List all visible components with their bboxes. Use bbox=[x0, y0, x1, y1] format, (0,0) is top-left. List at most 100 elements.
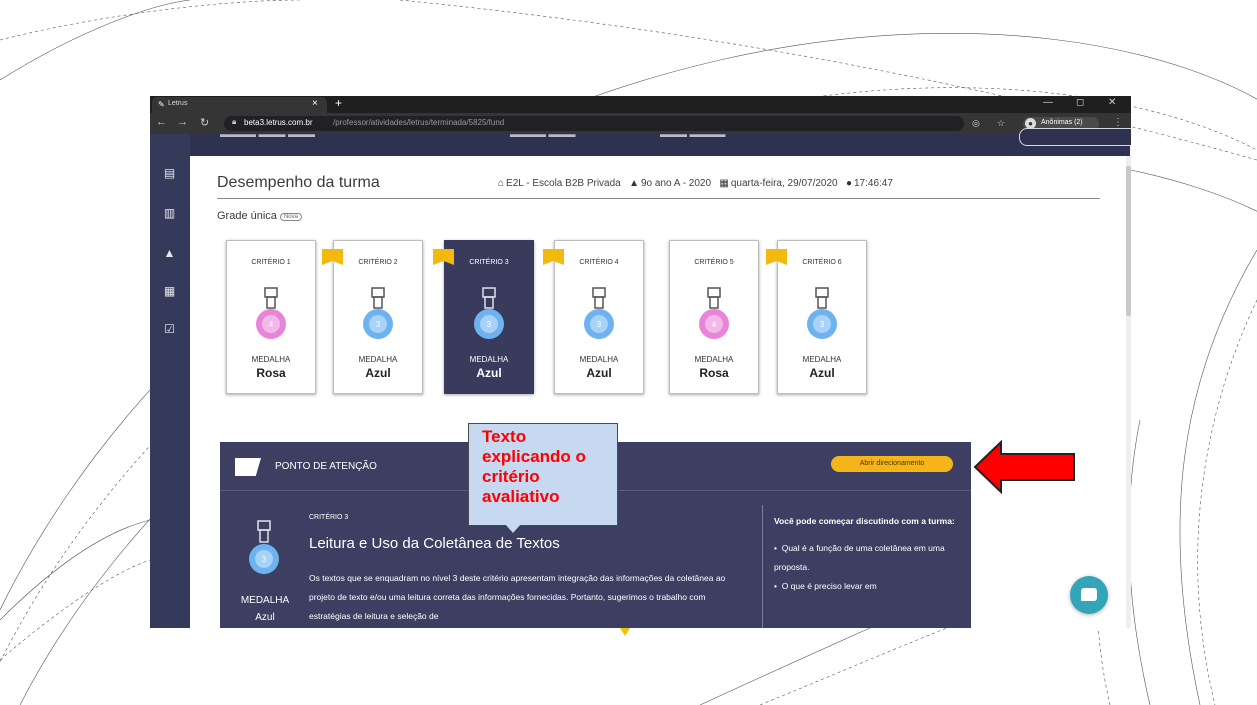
criterion-card-6[interactable]: CRITÉRIO 6 3 MEDALHA Azul bbox=[766, 240, 867, 394]
suggestion-item: • O que é preciso levar em bbox=[774, 581, 877, 591]
clipboard-icon[interactable]: ▦ bbox=[163, 284, 176, 298]
medal-icon: 3 bbox=[584, 287, 614, 339]
svg-text:4: 4 bbox=[269, 320, 274, 329]
medal-color-name: Azul bbox=[365, 366, 391, 380]
chat-bubble-icon bbox=[1081, 588, 1097, 601]
new-badge: Nova bbox=[279, 213, 302, 221]
medal-icon: 4 bbox=[699, 287, 729, 339]
criterion-label: CRITÉRIO 2 bbox=[358, 259, 398, 266]
minimize-icon[interactable]: — bbox=[1043, 97, 1053, 108]
criterion-card-4[interactable]: CRITÉRIO 4 3 MEDALHA Azul bbox=[543, 240, 644, 394]
time-text: 17:46:47 bbox=[854, 178, 893, 189]
window-close-icon[interactable]: ✕ bbox=[1108, 97, 1116, 108]
grade-label: Grade única Nova bbox=[217, 210, 302, 222]
star-icon[interactable]: ☆ bbox=[997, 118, 1005, 129]
medal-word: MEDALHA bbox=[240, 595, 290, 606]
url-host: beta3.letrus.com.br bbox=[244, 118, 313, 127]
school-name: E2L - Escola B2B Privada bbox=[506, 178, 621, 189]
medal-icon: 3 bbox=[363, 287, 393, 339]
criterion-label: CRITÉRIO 3 bbox=[469, 259, 509, 266]
browser-tab[interactable]: ✎ Letrus × bbox=[152, 97, 327, 113]
annotation-callout: Texto explicando o critério avaliativo bbox=[468, 423, 618, 526]
partial-header-tab: ▬▬▬ ▬▬▬▬ bbox=[660, 129, 726, 139]
medal-icon: 4 bbox=[256, 287, 286, 339]
callout-text: Texto explicando o critério avaliativo bbox=[482, 427, 586, 506]
page-title: Desempenho da turma bbox=[217, 174, 380, 191]
forward-icon[interactable]: → bbox=[177, 116, 188, 128]
criterion-label: CRITÉRIO 5 bbox=[694, 259, 734, 266]
criterion-label: CRITÉRIO 1 bbox=[251, 259, 291, 266]
medal-color-name: Rosa bbox=[699, 366, 729, 380]
url-path: /professor/atividades/letrus/terminada/5… bbox=[333, 118, 505, 127]
svg-text:3: 3 bbox=[597, 320, 602, 329]
attention-title: PONTO DE ATENÇÃO bbox=[275, 461, 377, 472]
chart-icon[interactable]: ▥ bbox=[163, 206, 176, 220]
scrollbar[interactable] bbox=[1126, 156, 1131, 628]
back-icon[interactable]: ← bbox=[156, 116, 167, 128]
browser-screenshot: ✎ Letrus × + — ◻ ✕ ← → ↻ 🔒︎ beta3.letrus… bbox=[150, 96, 1131, 628]
partial-header-button[interactable] bbox=[1019, 128, 1131, 146]
criterion-card-3[interactable]: CRITÉRIO 3 3 MEDALHA Azul bbox=[433, 240, 534, 394]
profile-label: Anônimas (2) bbox=[1041, 119, 1083, 126]
criterion-label: CRITÉRIO 6 bbox=[802, 259, 842, 266]
open-direction-button[interactable]: Abrir direcionamento bbox=[831, 456, 953, 472]
medal-color-name: Azul bbox=[586, 366, 612, 380]
panel-vertical-divider bbox=[762, 505, 763, 628]
new-tab-icon[interactable]: + bbox=[335, 96, 342, 110]
criterion-label: CRITÉRIO 3 bbox=[309, 514, 349, 521]
medal-icon: 3 bbox=[249, 520, 279, 574]
criterion-card-2[interactable]: CRITÉRIO 2 3 MEDALHA Azul bbox=[322, 240, 423, 394]
medal-color-name: Rosa bbox=[256, 366, 286, 380]
medal-icon: 3 bbox=[807, 287, 837, 339]
partial-header-text: ▬▬▬▬ ▬▬▬ ▬▬▬ bbox=[220, 129, 316, 139]
graduation-cap-icon: ▲ bbox=[629, 178, 639, 189]
medal-word: MEDALHA bbox=[694, 355, 734, 364]
flag-icon bbox=[235, 458, 261, 476]
callout-pointer bbox=[505, 524, 521, 533]
svg-text:3: 3 bbox=[487, 320, 492, 329]
header-divider bbox=[217, 198, 1100, 199]
medal-color-name: Azul bbox=[255, 612, 275, 623]
chat-button[interactable] bbox=[1070, 576, 1108, 614]
discussion-suggestions: Você pode começar discutindo com a turma… bbox=[774, 512, 964, 596]
browser-tab-bar: ✎ Letrus × + — ◻ ✕ bbox=[150, 96, 1131, 113]
svg-text:3: 3 bbox=[376, 320, 381, 329]
medal-word: MEDALHA bbox=[579, 355, 619, 364]
medal-word: MEDALHA bbox=[802, 355, 842, 364]
maximize-icon[interactable]: ◻ bbox=[1076, 97, 1084, 108]
criterion-title: Leitura e Uso da Coletânea de Textos bbox=[309, 535, 560, 552]
class-info: ⌂ E2L - Escola B2B Privada ▲ 9o ano A - 20… bbox=[498, 178, 893, 189]
close-tab-icon[interactable]: × bbox=[312, 98, 318, 109]
calendar-icon: ▦ bbox=[719, 178, 729, 189]
lock-icon: 🔒︎ bbox=[232, 117, 237, 126]
app-sidebar: ▤ ▥ ▲ ▦ ☑ bbox=[150, 134, 190, 628]
medal-word: MEDALHA bbox=[251, 355, 291, 364]
tab-title: Letrus bbox=[168, 100, 188, 107]
medal-word: MEDALHA bbox=[358, 355, 398, 364]
browser-menu-icon[interactable]: ⋮ bbox=[1113, 117, 1123, 128]
partial-header-link: ▬▬▬▬ ▬▬▬ bbox=[510, 129, 576, 139]
url-field[interactable]: 🔒︎ beta3.letrus.com.br /professor/ativid… bbox=[224, 116, 964, 131]
clock-icon: ● bbox=[845, 178, 852, 189]
clipboard-check-icon[interactable]: ☑ bbox=[163, 322, 176, 336]
medal-color-name: Azul bbox=[476, 366, 502, 380]
incognito-icon[interactable]: ◎ bbox=[972, 118, 980, 129]
svg-text:4: 4 bbox=[712, 320, 717, 329]
criterion-card-5[interactable]: CRITÉRIO 5 4 MEDALHA Rosa bbox=[669, 240, 759, 394]
criterion-description: Os textos que se enquadram no nível 3 de… bbox=[309, 573, 726, 621]
medal-color-name: Azul bbox=[809, 366, 835, 380]
date-text: quarta-feira, 29/07/2020 bbox=[730, 178, 838, 189]
class-name: 9o ano A - 2020 bbox=[640, 178, 712, 189]
document-icon[interactable]: ▤ bbox=[163, 166, 176, 180]
app-top-strip: ▬▬▬▬ ▬▬▬ ▬▬▬ ▬▬▬▬ ▬▬▬ ▬▬▬ ▬▬▬▬ bbox=[190, 128, 1131, 156]
reload-icon[interactable]: ↻ bbox=[200, 116, 209, 129]
letrus-favicon-icon: ✎ bbox=[158, 100, 165, 109]
medal-level: 3 bbox=[262, 555, 267, 564]
school-icon: ⌂ bbox=[498, 178, 505, 189]
yellow-marker-icon bbox=[620, 628, 630, 636]
criterion-card-1[interactable]: CRITÉRIO 1 4 MEDALHA Rosa bbox=[226, 240, 316, 394]
graduation-cap-icon[interactable]: ▲ bbox=[163, 246, 176, 260]
criterion-label: CRITÉRIO 4 bbox=[579, 259, 619, 266]
suggestions-intro: Você pode começar discutindo com a turma… bbox=[774, 516, 955, 526]
scrollbar-thumb[interactable] bbox=[1126, 166, 1131, 316]
